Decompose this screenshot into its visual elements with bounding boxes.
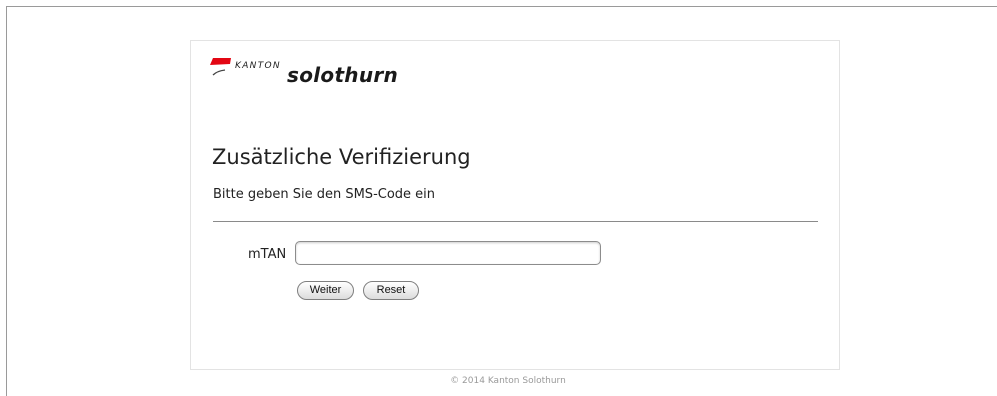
instruction-text: Bitte geben Sie den SMS-Code ein	[213, 187, 436, 202]
reset-button[interactable]: Reset	[363, 281, 419, 300]
login-card: KANTON solothurn Zusätzliche Verifizieru…	[190, 40, 840, 370]
page-title: Zusätzliche Verifizierung	[212, 145, 471, 169]
logo-solothurn-text: solothurn	[287, 63, 399, 87]
divider	[213, 221, 818, 222]
kanton-solothurn-logo: KANTON solothurn	[208, 54, 428, 87]
mtan-input[interactable]	[295, 241, 601, 265]
logo-kanton-text: KANTON	[235, 61, 281, 71]
weiter-button[interactable]: Weiter	[297, 281, 354, 300]
logo-flag-icon	[210, 58, 231, 76]
mtan-label: mTAN	[248, 247, 287, 262]
footer-copyright: © 2014 Kanton Solothurn	[450, 376, 566, 386]
browser-frame: KANTON solothurn Zusätzliche Verifizieru…	[6, 6, 997, 396]
